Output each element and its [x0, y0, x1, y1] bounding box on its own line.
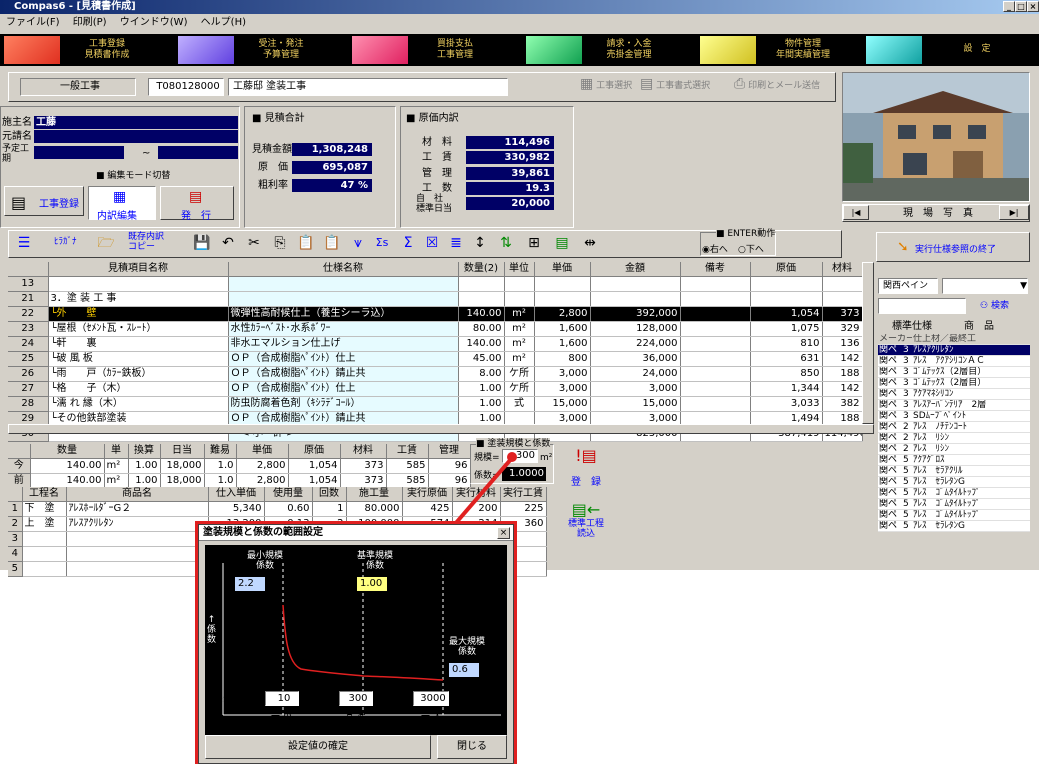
max-coef-input[interactable]: 0.6: [449, 663, 479, 677]
confirm-button[interactable]: 設定値の確定: [205, 735, 431, 759]
min-coef-input[interactable]: 2.2: [235, 577, 265, 591]
scale-arrow-label: 塗装規模→: [205, 694, 249, 704]
base-caption: 基 準: [345, 712, 366, 722]
min-scale-input[interactable]: 10: [265, 691, 299, 706]
axis-label: ↑ 係 数: [207, 615, 217, 645]
base-coef-value: 1.00: [357, 577, 387, 591]
min-coef-label: 最小規模 係数: [246, 551, 283, 571]
max-coef-label: 最大規模 係数: [448, 637, 485, 657]
coef-plot: 最小規模 係数 2.2 基準規模 係数 1.00 最大規模 係数 0.6 ↑ 係…: [205, 545, 507, 735]
range-dialog: 塗装規模と係数の範囲設定 × 最小規模 係数 2.2 基準規模 係数 1.00 …: [195, 521, 517, 764]
max-caption: 最 大: [421, 712, 442, 722]
dialog-close-button[interactable]: 閉じる: [437, 735, 507, 759]
dialog-close-icon[interactable]: ×: [497, 527, 510, 539]
min-caption: 最 小: [271, 712, 292, 722]
base-scale-input[interactable]: 300: [339, 691, 373, 706]
dialog-title: 塗装規模と係数の範囲設定: [199, 525, 513, 541]
callout-line: [453, 452, 517, 526]
base-coef-label: 基準規模 係数: [356, 551, 393, 571]
max-scale-input[interactable]: 3000: [413, 691, 449, 706]
